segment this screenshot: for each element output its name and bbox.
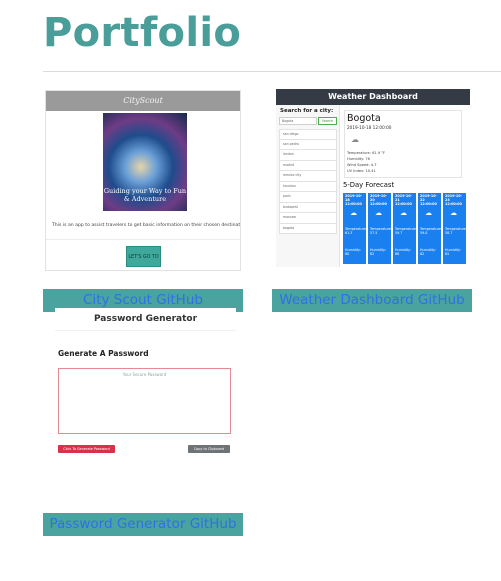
city-scout-screenshot: CityScout Guiding your Way to Fun & Adve… xyxy=(45,90,241,271)
city-list-item: bogota xyxy=(279,223,337,234)
password-output-box: Your Secure Password xyxy=(58,368,231,434)
weather-temperature: Temperature: 61.9 °F xyxy=(347,151,386,155)
city-list-item: moscow xyxy=(279,213,337,224)
forecast-date: 2019-10-20 12:00:00 xyxy=(370,194,387,206)
forecast-humidity: Humidity: 82 xyxy=(420,248,436,256)
city-scout-go-button: LET'S GO TO IT xyxy=(126,246,161,267)
password-generator-subheader: Generate A Password xyxy=(58,349,149,358)
forecast-humidity: Humidity: 80 xyxy=(345,248,361,256)
city-list-item: san pedro xyxy=(279,139,337,150)
city-scout-description: This is an app to assist travelers to ge… xyxy=(52,223,241,228)
forecast-temp: Temperature: 59.0 xyxy=(420,227,441,235)
cloud-icon: ☁ xyxy=(375,209,382,217)
forecast-card: 2019-10-21 12:00:00 ☁ Temperature: 59.7 … xyxy=(393,193,416,264)
forecast-humidity: Humidity: 88 xyxy=(395,248,411,256)
weather-icon: ☁ xyxy=(351,135,359,144)
weather-dashboard-github-link[interactable]: Weather Dashboard GitHub xyxy=(272,289,472,312)
weather-uv: UV Index: 10.41 xyxy=(347,169,376,173)
password-generator-screenshot: Password Generator Generate A Password Y… xyxy=(55,308,236,468)
weather-wind: Wind Speed: 4.7 xyxy=(347,163,377,167)
forecast-humidity: Humidity: 85 xyxy=(445,248,461,256)
weather-current-city: Bogota xyxy=(347,113,381,124)
generate-password-button: Click To Generate Password xyxy=(58,445,115,453)
password-generator-header: Password Generator xyxy=(93,314,198,324)
weather-current-date: 2019-10-18 12:00:00 xyxy=(347,125,392,130)
cloud-icon: ☁ xyxy=(425,209,432,217)
city-list-item: madrid xyxy=(279,160,337,171)
forecast-date: 2019-10-18 12:00:00 xyxy=(345,194,362,206)
forecast-temp: Temperature: 57.5 xyxy=(370,227,391,235)
password-generator-github-link[interactable]: Password Generator GitHub xyxy=(43,513,243,536)
forecast-date: 2019-10-23 12:00:00 xyxy=(445,194,462,206)
weather-search-input: Bogota xyxy=(279,117,317,125)
forecast-cards: 2019-10-18 12:00:00 ☁ Temperature: 61.3 … xyxy=(343,193,467,264)
city-list-item: mexico city xyxy=(279,171,337,182)
city-list-item: london xyxy=(279,150,337,161)
cloud-icon: ☁ xyxy=(350,209,357,217)
cloud-icon: ☁ xyxy=(450,209,457,217)
city-list-item: paris xyxy=(279,192,337,203)
forecast-card: 2019-10-20 12:00:00 ☁ Temperature: 57.5 … xyxy=(368,193,391,264)
weather-humidity: Humidity: 76 xyxy=(347,157,370,161)
weather-city-list: san diego san pedro london madrid mexico… xyxy=(279,129,337,234)
weather-sidebar: Search for a city: Bogota Search san die… xyxy=(276,105,340,267)
forecast-humidity: Humidity: 82 xyxy=(370,248,386,256)
copy-clipboard-button: Copy to Clipboard xyxy=(188,445,230,453)
weather-search-button: Search xyxy=(318,117,337,125)
password-placeholder: Your Secure Password xyxy=(122,372,167,377)
city-list-item: san diego xyxy=(279,129,337,140)
page-title: Portfolio xyxy=(43,10,242,56)
forecast-date: 2019-10-22 12:00:00 xyxy=(420,194,437,206)
city-scout-image-caption: Guiding your Way to Fun & Adventure xyxy=(103,187,187,203)
cloud-icon: ☁ xyxy=(400,209,407,217)
weather-current-panel: Bogota 2019-10-18 12:00:00 ☁ Temperature… xyxy=(344,110,462,178)
city-list-item: budapest xyxy=(279,202,337,213)
forecast-card: 2019-10-18 12:00:00 ☁ Temperature: 61.3 … xyxy=(343,193,366,264)
title-divider xyxy=(43,71,501,72)
weather-search-label: Search for a city: xyxy=(280,108,334,114)
forecast-title: 5-Day Forecast xyxy=(343,181,395,189)
forecast-card: 2019-10-22 12:00:00 ☁ Temperature: 59.0 … xyxy=(418,193,441,264)
password-generator-divider xyxy=(55,330,236,331)
forecast-date: 2019-10-21 12:00:00 xyxy=(395,194,412,206)
forecast-temp: Temperature: 59.7 xyxy=(395,227,416,235)
weather-dashboard-header: Weather Dashboard xyxy=(276,89,470,105)
city-list-item: houston xyxy=(279,181,337,192)
forecast-temp: Temperature: 58.7 xyxy=(445,227,466,235)
city-scout-globe-image: Guiding your Way to Fun & Adventure xyxy=(103,113,187,211)
weather-dashboard-screenshot: Weather Dashboard Search for a city: Bog… xyxy=(276,89,470,267)
city-scout-header: CityScout xyxy=(46,91,240,111)
city-scout-divider xyxy=(46,239,240,240)
forecast-card: 2019-10-23 12:00:00 ☁ Temperature: 58.7 … xyxy=(443,193,466,264)
forecast-temp: Temperature: 61.3 xyxy=(345,227,366,235)
